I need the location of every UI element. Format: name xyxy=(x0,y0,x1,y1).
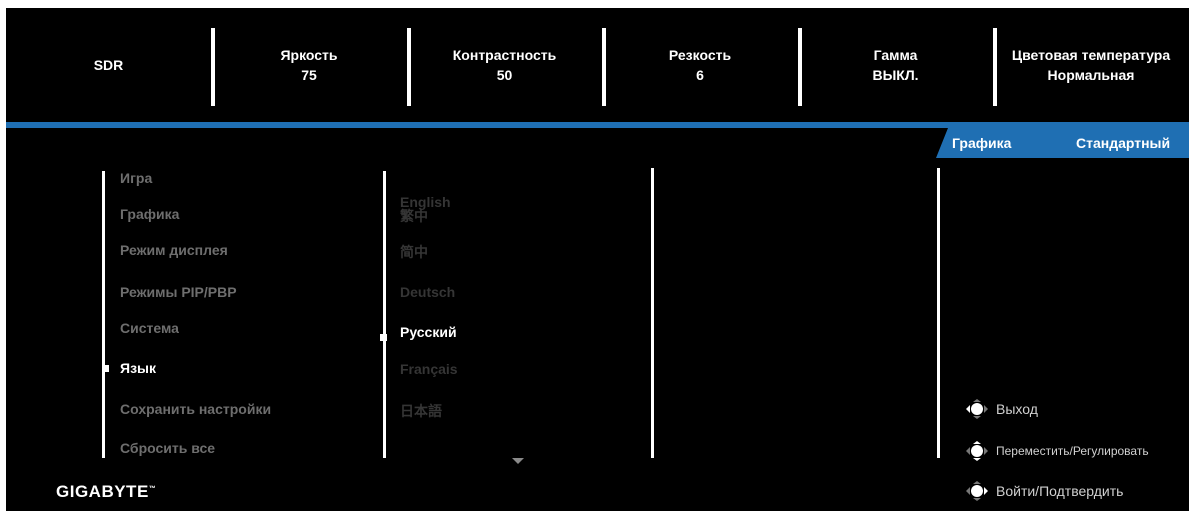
menu-item-display-mode[interactable]: Режим дисплея xyxy=(120,242,228,258)
language-option-french[interactable]: Français xyxy=(400,361,458,377)
column3-bar xyxy=(651,168,654,458)
language-selection-marker xyxy=(380,334,387,341)
language-option-russian[interactable]: Русский xyxy=(400,324,457,340)
contrast-label: Контрастность xyxy=(452,47,557,63)
language-option-japanese[interactable]: 日本語 xyxy=(400,401,442,421)
tab-graphics[interactable]: Графика xyxy=(952,135,1011,151)
sharpness-label: Резкость xyxy=(668,47,732,63)
language-option-traditional-chinese[interactable]: 繁中 xyxy=(400,206,428,226)
color-temp-value: Нормальная xyxy=(1047,67,1135,83)
brightness-label: Яркость xyxy=(280,47,338,63)
language-menu-bar xyxy=(383,171,386,458)
active-tab-bar: Графика Стандартный xyxy=(936,128,1189,158)
help-exit: Выход xyxy=(962,398,1038,420)
mode-label: SDR xyxy=(93,57,124,73)
mode-indicator: SDR xyxy=(6,8,211,122)
help-move: Переместить/Регулировать xyxy=(962,440,1149,462)
help-exit-label: Выход xyxy=(996,401,1038,417)
language-option-german[interactable]: Deutsch xyxy=(400,284,455,300)
menu-item-reset-all[interactable]: Сбросить все xyxy=(120,440,215,456)
status-header: SDR Яркость 75 Контрастность 50 Резкость… xyxy=(6,8,1189,122)
joystick-updown-icon xyxy=(966,441,988,461)
help-confirm: Войти/Подтвердить xyxy=(962,480,1123,502)
column4-bar xyxy=(937,168,940,458)
menu-item-language[interactable]: Язык xyxy=(120,360,156,376)
joystick-left-icon xyxy=(966,399,988,419)
gamma-label: Гамма xyxy=(873,47,918,63)
menu-item-pip-pbp[interactable]: Режимы PIP/PBP xyxy=(120,284,237,300)
menu-item-system[interactable]: Система xyxy=(120,320,179,336)
header-divider xyxy=(6,122,1189,128)
contrast-status: Контрастность 50 xyxy=(407,8,602,122)
gamma-value: ВЫКЛ. xyxy=(872,67,919,83)
sharpness-status: Резкость 6 xyxy=(602,8,798,122)
logo-text: GIGABYTE xyxy=(56,482,149,501)
contrast-value: 50 xyxy=(496,67,513,83)
tab-standard[interactable]: Стандартный xyxy=(1076,135,1170,151)
language-option-simplified-chinese[interactable]: 简中 xyxy=(400,242,428,262)
menu-item-graphics[interactable]: Графика xyxy=(120,206,179,222)
gigabyte-logo: GIGABYTE™ xyxy=(56,482,157,501)
brightness-status: Яркость 75 xyxy=(211,8,407,122)
brightness-value: 75 xyxy=(301,67,317,83)
color-temp-label: Цветовая температура xyxy=(1011,47,1171,63)
main-menu-selection-marker xyxy=(102,365,109,372)
main-menu-bar xyxy=(102,171,105,458)
joystick-press-icon xyxy=(966,481,988,501)
help-move-label: Переместить/Регулировать xyxy=(996,444,1149,458)
scroll-down-arrow-icon[interactable] xyxy=(512,458,524,464)
menu-item-game[interactable]: Игра xyxy=(120,170,152,186)
gamma-status: Гамма ВЫКЛ. xyxy=(798,8,993,122)
menu-item-save-settings[interactable]: Сохранить настройки xyxy=(120,401,271,417)
sharpness-value: 6 xyxy=(696,67,704,83)
help-confirm-label: Войти/Подтвердить xyxy=(996,483,1124,499)
color-temp-status: Цветовая температура Нормальная xyxy=(993,8,1189,122)
osd-screen: SDR Яркость 75 Контрастность 50 Резкость… xyxy=(6,8,1189,511)
